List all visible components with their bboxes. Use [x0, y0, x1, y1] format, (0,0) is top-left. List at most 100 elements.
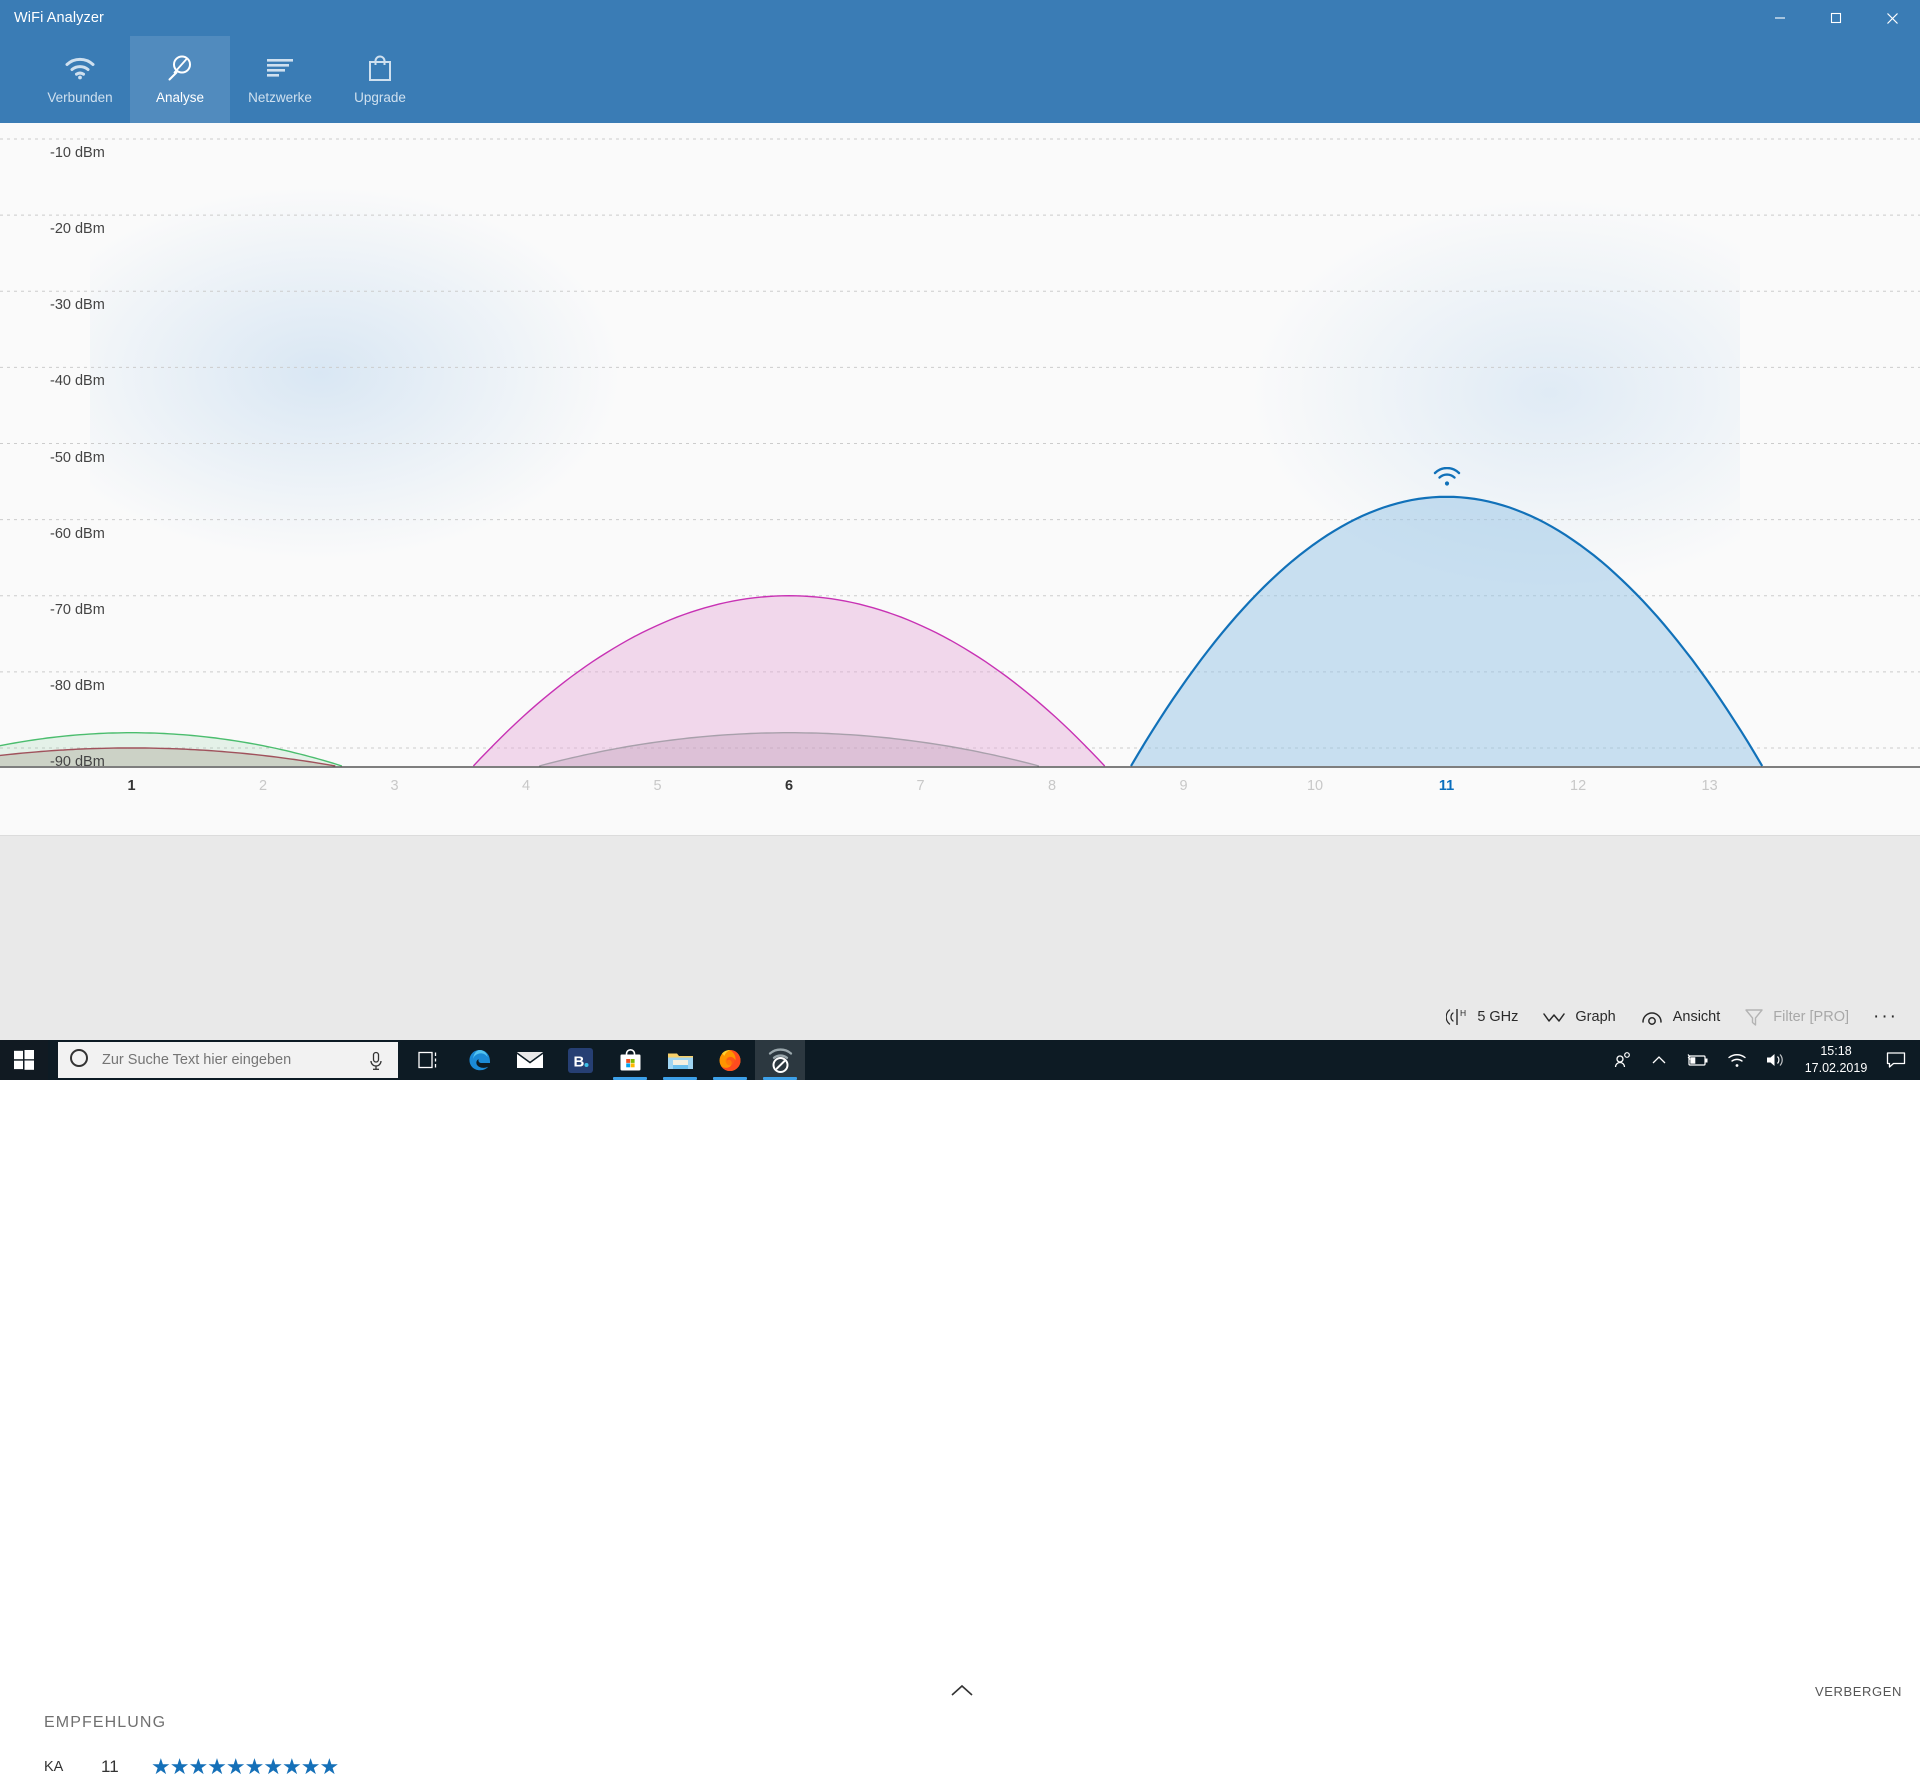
command-filter[interactable]: Filter [PRO] [1732, 993, 1861, 1040]
app-title: WiFi Analyzer [14, 10, 104, 26]
command-graph[interactable]: Graph [1530, 993, 1627, 1040]
y-axis-tick-label: -20 dBm [50, 221, 105, 238]
hide-panel-link[interactable]: VERBERGEN [1815, 1684, 1902, 1699]
network-area-network-ch11-blue [1131, 496, 1763, 766]
x-axis-tick-label: 9 [1179, 778, 1188, 794]
cortana-circle-icon [69, 1048, 89, 1073]
minimize-icon [1775, 17, 1785, 19]
mail-icon[interactable] [505, 1040, 555, 1080]
view-icon [1640, 1008, 1664, 1026]
x-axis-tick-label: 3 [390, 778, 399, 794]
x-axis-tick-label: 12 [1570, 778, 1587, 794]
recommendation-row[interactable]: KA 11 ★★★★★★★★★★ [44, 1754, 339, 1779]
microsoft-store-icon[interactable] [605, 1040, 655, 1080]
x-axis-tick-label: 7 [916, 778, 925, 794]
wifi-icon [64, 48, 96, 88]
clock-time: 15:18 [1820, 1044, 1852, 1059]
signal-chart: -10 dBm -20 dBm -30 dBm -40 dBm -50 dBm -60 d… [0, 123, 1920, 835]
nav-label-verbunden: Verbunden [47, 90, 113, 105]
people-icon[interactable] [1604, 1050, 1642, 1070]
taskbar-app-icons: B [405, 1040, 805, 1080]
maximize-button[interactable] [1808, 0, 1864, 36]
command-5ghz-label: 5 GHz [1477, 1008, 1519, 1025]
battery-charging-icon[interactable] [1676, 1052, 1718, 1068]
edge-icon[interactable] [455, 1040, 505, 1080]
windows-start-icon [14, 1050, 34, 1070]
close-button[interactable] [1864, 0, 1920, 36]
wifi-analyzer-app: WiFi Analyzer Verbunden Analyse Netzwerk… [0, 0, 1920, 1778]
collapse-panel-button[interactable] [940, 1676, 984, 1706]
nav-label-upgrade: Upgrade [354, 90, 406, 105]
y-axis-tick-label: -80 dBm [50, 677, 105, 694]
navigation-bar: Verbunden Analyse Netzwerke Upgrade [0, 36, 1920, 123]
minimize-button[interactable] [1752, 0, 1808, 36]
search-input[interactable] [102, 1052, 347, 1068]
volume-icon[interactable] [1756, 1051, 1796, 1069]
system-tray: 15:18 17.02.2019 [1604, 1040, 1920, 1080]
taskbar-clock[interactable]: 15:18 17.02.2019 [1796, 1043, 1876, 1077]
close-icon [1886, 12, 1898, 24]
recommendation-heading: EMPFEHLUNG [44, 1714, 167, 1731]
y-axis-tick-label: -30 dBm [50, 297, 105, 314]
overflow-icon: ··· [1873, 1005, 1898, 1027]
recommendation-channel: 11 [101, 1757, 119, 1776]
y-axis-tick-label: -90 dBm [50, 753, 105, 770]
nav-item-analyse[interactable]: Analyse [130, 36, 230, 123]
nav-label-analyse: Analyse [155, 90, 205, 105]
x-axis-tick-label: 10 [1306, 778, 1324, 794]
nav-label-netzwerke: Netzwerke [248, 90, 312, 105]
x-axis-tick-label: 2 [258, 778, 268, 794]
command-ansicht[interactable]: Ansicht [1628, 993, 1733, 1040]
clock-date: 17.02.2019 [1804, 1061, 1868, 1075]
bag-icon [367, 48, 393, 88]
file-explorer-icon[interactable] [655, 1040, 705, 1080]
window-controls [1752, 0, 1920, 36]
firefox-icon[interactable] [705, 1040, 755, 1080]
maximize-icon [1830, 12, 1842, 24]
wifi-analyzer-icon[interactable] [755, 1040, 805, 1080]
show-hidden-icons-chevron[interactable] [1642, 1054, 1676, 1066]
x-axis-tick-label: 1 [127, 778, 136, 794]
wifi-icon[interactable] [1718, 1051, 1756, 1069]
x-axis-tick-label: 6 [784, 778, 794, 794]
recommendation-panel: VERBERGEN EMPFEHLUNG KA 11 ★★★★★★★★★★ [0, 835, 1920, 1778]
microphone-icon[interactable] [368, 1051, 384, 1076]
y-axis-tick-label: -70 dBm [50, 601, 105, 618]
svg-text:H: H [1460, 1008, 1466, 1018]
x-axis-tick-label: 4 [521, 778, 531, 794]
wave-icon [1542, 1009, 1566, 1025]
command-5ghz[interactable]: H 5 GHz [1434, 993, 1530, 1040]
task-view-icon[interactable] [405, 1040, 455, 1080]
x-axis-tick-label: 13 [1701, 778, 1718, 794]
svg-text:B: B [573, 1053, 584, 1070]
action-center-icon[interactable] [1876, 1051, 1920, 1069]
nav-items: Verbunden Analyse Netzwerke Upgrade [30, 36, 430, 123]
x-axis-tick-label: 8 [1048, 778, 1057, 794]
peak-wifi-icon [1433, 466, 1461, 492]
magnifier-icon [165, 48, 195, 88]
command-bar: H 5 GHz Graph Ansicht Filter [PRO] ··· [0, 993, 1920, 1040]
nav-item-verbunden[interactable]: Verbunden [30, 36, 130, 123]
x-axis-tick-label: 5 [653, 778, 662, 794]
command-ansicht-label: Ansicht [1672, 1008, 1721, 1025]
command-bar-items: H 5 GHz Graph Ansicht Filter [PRO] ··· [1434, 993, 1910, 1040]
x-axis-tick-label: 11 [1438, 778, 1455, 794]
nav-item-upgrade[interactable]: Upgrade [330, 36, 430, 123]
b-app-icon[interactable]: B [555, 1040, 605, 1080]
network-area-network-ch6-magenta [473, 595, 1105, 766]
y-axis-tick-label: -10 dBm [50, 145, 105, 162]
chart-plot-area [0, 138, 1920, 768]
start-button[interactable] [0, 1040, 48, 1080]
recommendation-rating-stars: ★★★★★★★★★★ [151, 1754, 339, 1779]
nav-item-netzwerke[interactable]: Netzwerke [230, 36, 330, 123]
chevron-up-icon [951, 1684, 973, 1696]
windows-taskbar: B [0, 1040, 1920, 1080]
command-overflow[interactable]: ··· [1861, 993, 1910, 1040]
y-axis-tick-label: -40 dBm [50, 373, 105, 390]
recommendation-ssid: KA [44, 1759, 64, 1775]
command-filter-label: Filter [PRO] [1773, 1008, 1850, 1025]
y-axis-tick-label: -50 dBm [50, 449, 105, 466]
y-axis-tick-label: -60 dBm [50, 525, 105, 542]
funnel-icon [1744, 1007, 1764, 1027]
taskbar-search[interactable] [58, 1042, 398, 1078]
